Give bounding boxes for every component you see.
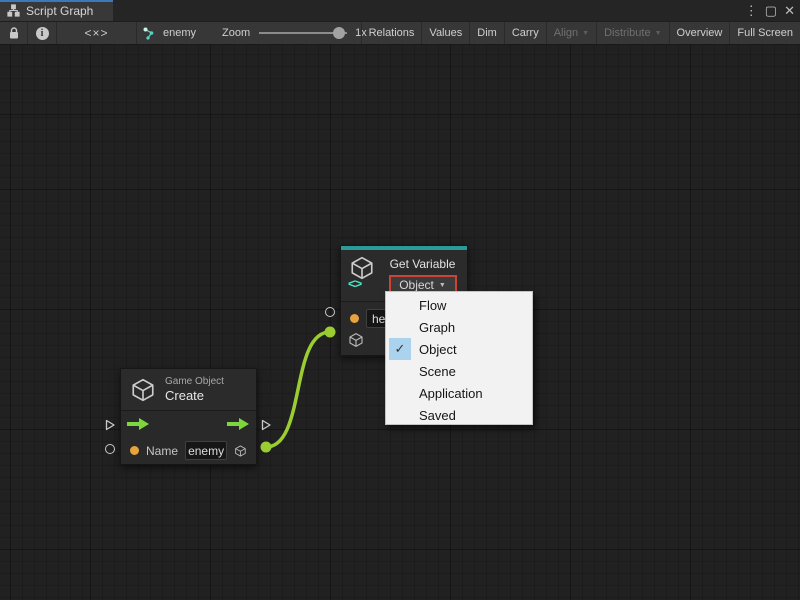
graph-name: enemy — [163, 27, 196, 39]
lock-button[interactable] — [0, 22, 28, 44]
create-node-header: Game Object Create — [121, 369, 256, 410]
getvar-name-input-port[interactable] — [325, 307, 335, 317]
getvar-node-title: Get Variable — [390, 257, 456, 271]
code-brackets-icon: <> — [348, 276, 361, 291]
name-param-label: Name — [146, 444, 178, 458]
script-graph-icon — [7, 4, 20, 17]
create-flow-output-port[interactable] — [260, 418, 272, 436]
scope-selected: Object — [399, 278, 434, 292]
name-input-field[interactable]: enemy — [185, 441, 227, 460]
graph-icon — [143, 27, 157, 40]
check-icon: ✓ — [389, 338, 411, 360]
wire-end-port — [325, 327, 336, 338]
zoom-label: Zoom — [222, 27, 250, 39]
full-screen-button[interactable]: Full Screen — [729, 22, 800, 44]
align-button: Align▼ — [546, 22, 596, 44]
zoom-slider-handle[interactable] — [333, 27, 345, 39]
menu-item-application[interactable]: Application — [386, 382, 532, 404]
menu-item-object[interactable]: ✓ Object — [386, 338, 532, 360]
create-name-input-port[interactable] — [105, 444, 115, 454]
variable-icon: <> — [349, 255, 379, 289]
preview-code-button[interactable]: <×> — [57, 22, 137, 44]
chevron-down-icon: ▼ — [655, 30, 662, 37]
flow-in-arrow-icon — [127, 418, 150, 430]
create-flow-input-port[interactable] — [104, 418, 116, 436]
string-port-icon — [130, 446, 139, 455]
info-icon: i — [36, 27, 49, 40]
tab-title: Script Graph — [26, 3, 93, 18]
graph-toolbar: i <×> enemy Zoom 1x Relations Value — [0, 21, 800, 45]
menu-item-scene[interactable]: Scene — [386, 360, 532, 382]
carry-button[interactable]: Carry — [504, 22, 546, 44]
zoom-control: Zoom 1x — [222, 22, 367, 44]
distribute-button: Distribute▼ — [596, 22, 668, 44]
dim-button[interactable]: Dim — [469, 22, 504, 44]
create-name-row: Name enemy — [121, 437, 256, 464]
menu-item-graph[interactable]: Graph — [386, 316, 532, 338]
unity-graph-window: Script Graph ⋮ ▢ ✕ i <×> — [0, 0, 800, 600]
title-bar: Script Graph ⋮ ▢ ✕ — [0, 0, 800, 21]
toolbar-left-group: i <×> — [0, 22, 137, 44]
flow-out-arrow-icon — [227, 418, 250, 430]
active-tab-accent — [0, 0, 113, 2]
string-port-icon — [350, 314, 359, 323]
window-menu-icon[interactable]: ⋮ — [745, 0, 758, 21]
toolbar-right-group: Relations Values Dim Carry Align▼ Distri… — [361, 22, 800, 44]
wire-start-port — [261, 442, 272, 453]
menu-item-flow[interactable]: Flow — [386, 294, 532, 316]
relations-button[interactable]: Relations — [361, 22, 422, 44]
scope-context-menu: Flow Graph ✓ Object Scene Application Sa… — [385, 291, 533, 425]
create-node-body: Name enemy — [121, 410, 256, 464]
create-node-category: Game Object — [165, 376, 224, 387]
window-controls: ⋮ ▢ ✕ — [745, 0, 795, 21]
game-object-output-icon — [234, 443, 247, 459]
values-button[interactable]: Values — [421, 22, 469, 44]
close-icon[interactable]: ✕ — [784, 0, 795, 21]
create-node-title: Create — [165, 388, 224, 403]
create-flow-row — [121, 411, 256, 437]
chevron-down-icon: ▼ — [439, 282, 446, 289]
graph-canvas[interactable]: Game Object Create Name enemy — [0, 45, 800, 600]
chevron-down-icon: ▼ — [582, 30, 589, 37]
maximize-icon[interactable]: ▢ — [765, 0, 777, 21]
cube-icon — [130, 377, 156, 403]
tab-script-graph[interactable]: Script Graph — [0, 0, 113, 21]
node-create-game-object[interactable]: Game Object Create Name enemy — [120, 368, 257, 465]
code-icon: <×> — [84, 26, 108, 40]
menu-item-saved[interactable]: Saved — [386, 404, 532, 426]
overview-button[interactable]: Overview — [669, 22, 730, 44]
graph-reference[interactable]: enemy — [143, 22, 196, 44]
inspect-button[interactable]: i — [28, 22, 57, 44]
game-object-port-icon — [348, 332, 364, 348]
lock-icon — [8, 27, 20, 40]
zoom-slider[interactable] — [259, 32, 347, 34]
